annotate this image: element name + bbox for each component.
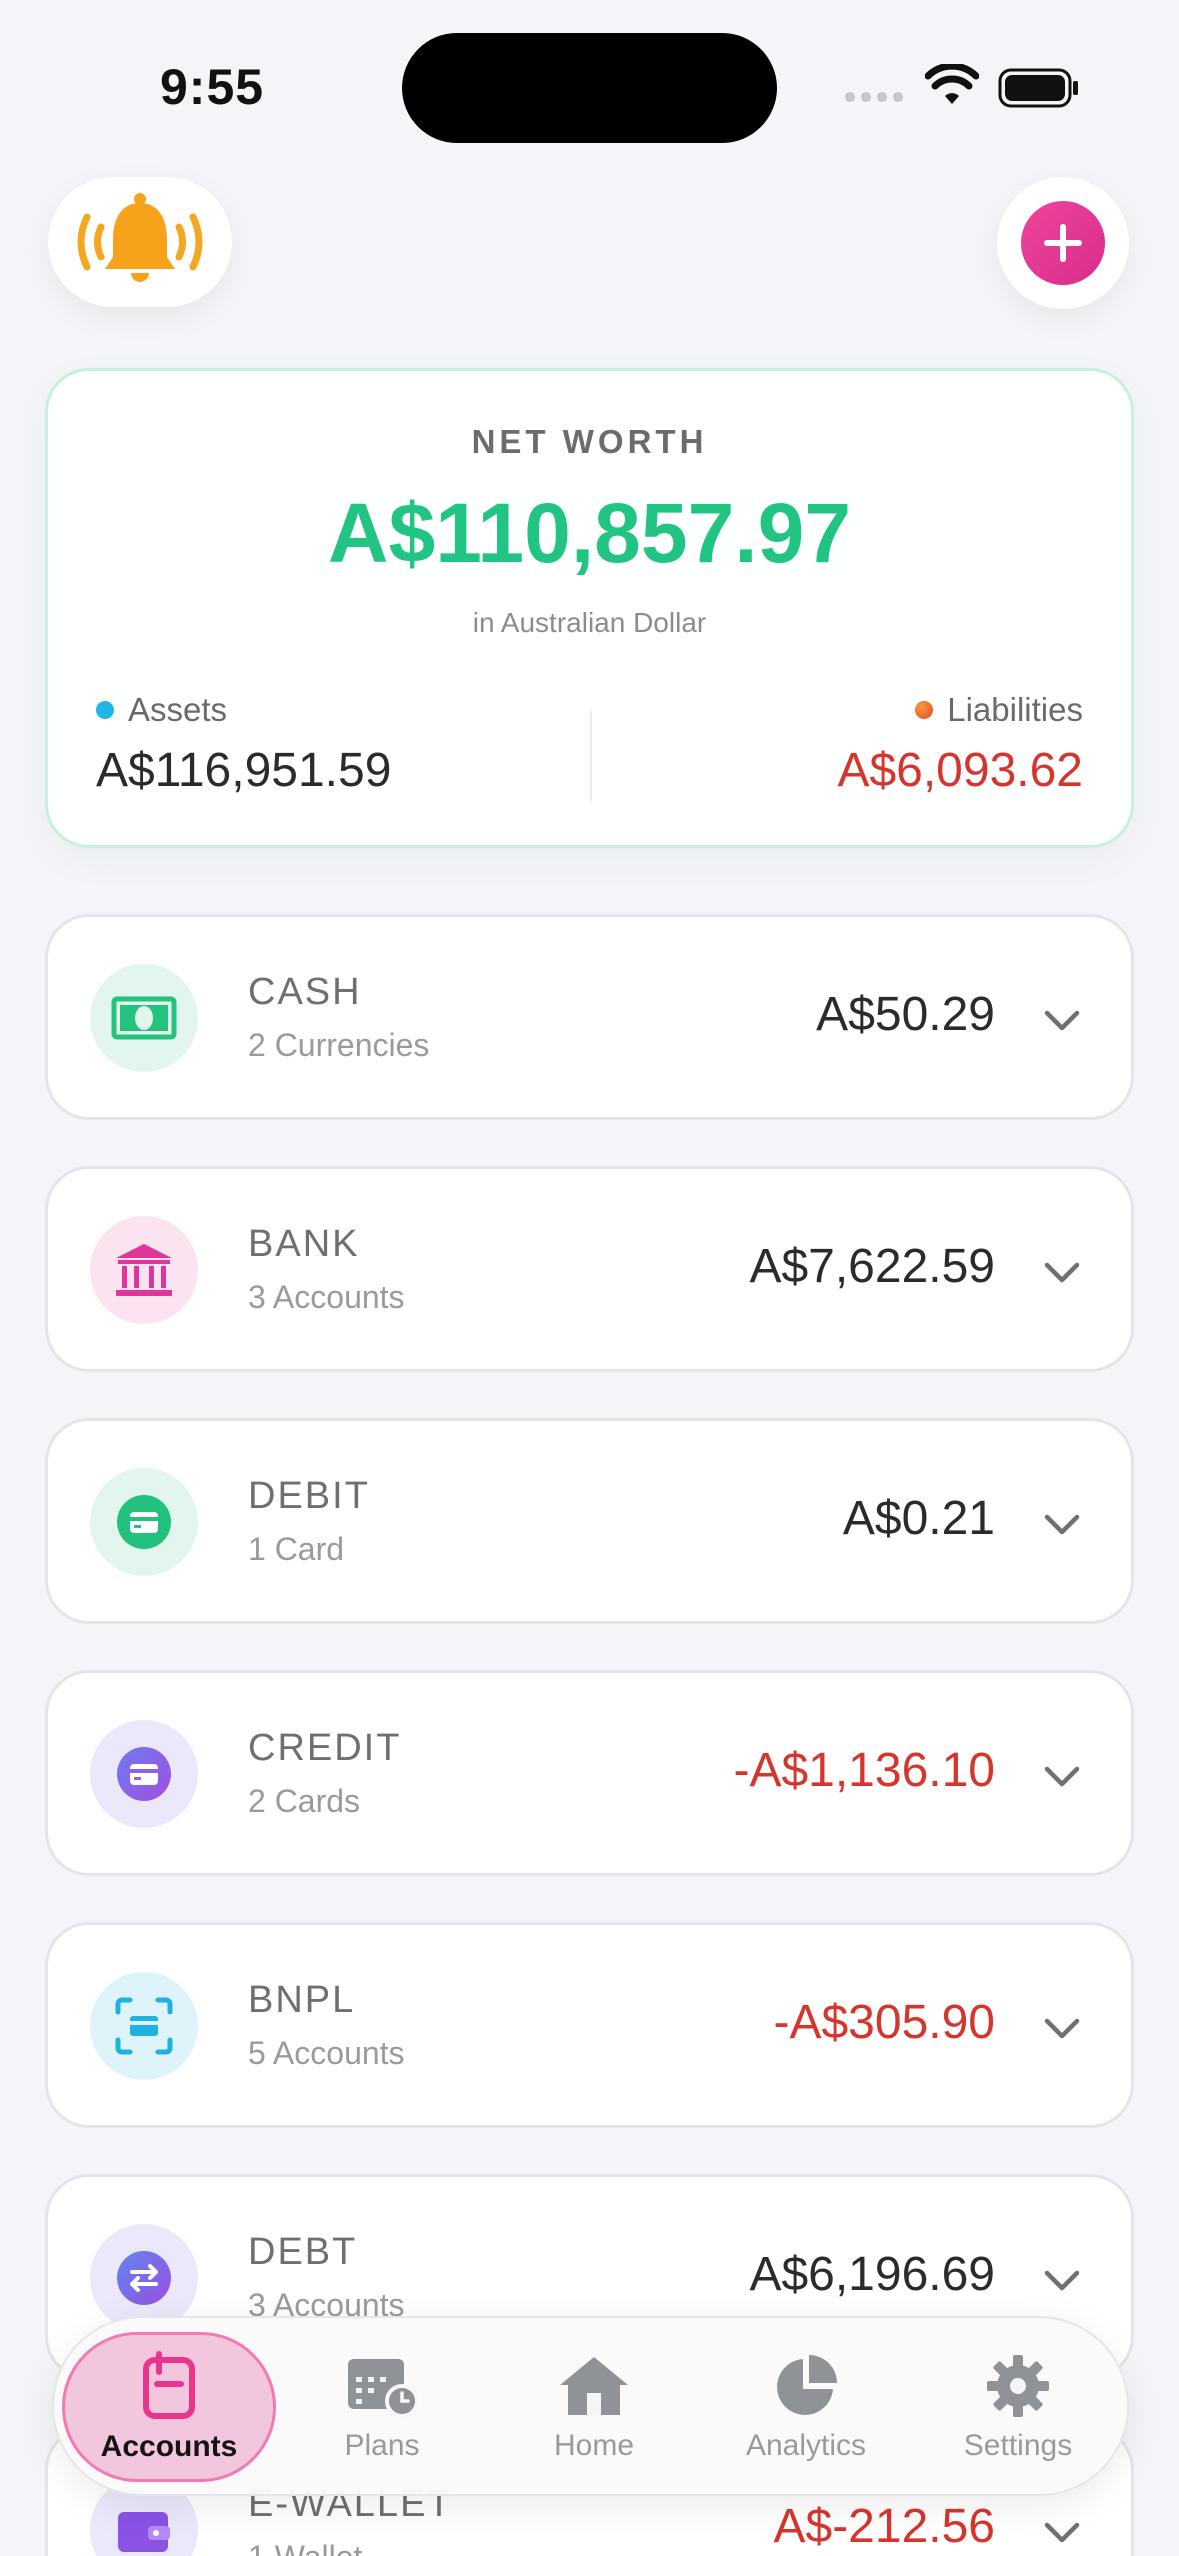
tab-label: Analytics [745, 2429, 867, 2462]
credit-card-icon [90, 1720, 198, 1828]
dynamic-island [402, 33, 777, 143]
bank-icon [90, 1216, 198, 1324]
tab-accounts[interactable]: Accounts [62, 2332, 276, 2482]
bnpl-icon [90, 1972, 198, 2080]
chevron-down-icon[interactable] [1041, 2259, 1083, 2301]
tab-analytics[interactable]: Analytics [700, 2318, 912, 2498]
category-name: DEBIT [248, 1475, 370, 1517]
chevron-down-icon[interactable] [1041, 2511, 1083, 2553]
chevron-down-icon[interactable] [1041, 1251, 1083, 1293]
chevron-down-icon[interactable] [1041, 1503, 1083, 1545]
plus-icon [1021, 201, 1105, 285]
debit-card-icon [90, 1468, 198, 1576]
category-amount: A$50.29 [816, 988, 995, 1041]
category-card-cash[interactable]: CASH 2 Currencies A$50.29 [45, 914, 1134, 1120]
accounts-icon [143, 2351, 195, 2419]
category-card-credit[interactable]: CREDIT 2 Cards -A$1,136.10 [45, 1670, 1134, 1876]
category-amount: -A$305.90 [773, 1996, 995, 2049]
category-amount: A$-212.56 [773, 2500, 995, 2553]
liabilities-summary: Liabilities A$6,093.62 [837, 691, 1083, 798]
pie-chart-icon [777, 2355, 837, 2415]
tab-plans[interactable]: Plans [276, 2318, 488, 2498]
category-sub: 1 Card [248, 1531, 345, 1567]
battery-icon [998, 68, 1078, 108]
category-card-bnpl[interactable]: BNPL 5 Accounts -A$305.90 [45, 1922, 1134, 2128]
wifi-icon [925, 64, 979, 104]
chevron-down-icon[interactable] [1041, 2007, 1083, 2049]
notifications-button[interactable] [48, 177, 232, 307]
tab-label: Plans [344, 2429, 420, 2462]
category-sub: 2 Currencies [248, 1027, 430, 1063]
assets-dot [96, 701, 114, 719]
category-amount: -A$1,136.10 [733, 1744, 995, 1797]
chevron-down-icon[interactable] [1041, 1755, 1083, 1797]
category-name: DEBT [248, 2231, 358, 2273]
assets-value: A$116,951.59 [96, 744, 392, 797]
net-worth-currency: in Australian Dollar [472, 607, 707, 638]
category-name: CREDIT [248, 1727, 402, 1769]
net-worth-value: A$110,857.97 [327, 486, 852, 580]
category-amount: A$6,196.69 [749, 2248, 995, 2301]
status-bar: 9:55 [0, 0, 1179, 150]
net-worth-label: NET WORTH [471, 423, 708, 460]
category-sub: 2 Cards [248, 1783, 361, 1819]
category-card-bank[interactable]: BANK 3 Accounts A$7,622.59 [45, 1166, 1134, 1372]
category-sub: 3 Accounts [248, 1279, 405, 1315]
category-name: CASH [248, 971, 362, 1013]
category-amount: A$0.21 [842, 1492, 995, 1545]
divider [590, 711, 592, 801]
liabilities-label: Liabilities [947, 691, 1083, 728]
liabilities-dot [915, 701, 934, 719]
category-name: BNPL [248, 1979, 356, 2021]
net-worth-card[interactable]: NET WORTH A$110,857.97 in Australian Dol… [45, 368, 1134, 848]
tab-settings[interactable]: Settings [912, 2318, 1124, 2498]
tab-label: Home [553, 2429, 635, 2462]
category-sub: 5 Accounts [248, 2035, 405, 2071]
category-name: BANK [248, 1223, 360, 1265]
assets-summary: Assets A$116,951.59 [96, 691, 391, 798]
tab-bar: Accounts Plans Home Analytics Settings [52, 2316, 1129, 2496]
cash-icon [90, 964, 198, 1072]
assets-label: Assets [128, 691, 228, 728]
liabilities-value: A$6,093.62 [837, 744, 1083, 797]
category-amount: A$7,622.59 [749, 1240, 995, 1293]
bell-icon [77, 193, 203, 282]
home-icon [560, 2357, 628, 2415]
status-time: 9:55 [160, 59, 265, 115]
add-button[interactable] [997, 177, 1129, 309]
tab-home[interactable]: Home [488, 2318, 700, 2498]
calendar-icon [348, 2359, 419, 2418]
chevron-down-icon[interactable] [1041, 999, 1083, 1041]
category-card-debit[interactable]: DEBIT 1 Card A$0.21 [45, 1418, 1134, 1624]
cellular-signal-icon [845, 92, 903, 102]
tab-label: Settings [963, 2429, 1073, 2462]
category-sub: 1 Wallet [248, 2539, 362, 2556]
gear-icon [987, 2355, 1049, 2417]
tab-label: Accounts [100, 2430, 238, 2463]
